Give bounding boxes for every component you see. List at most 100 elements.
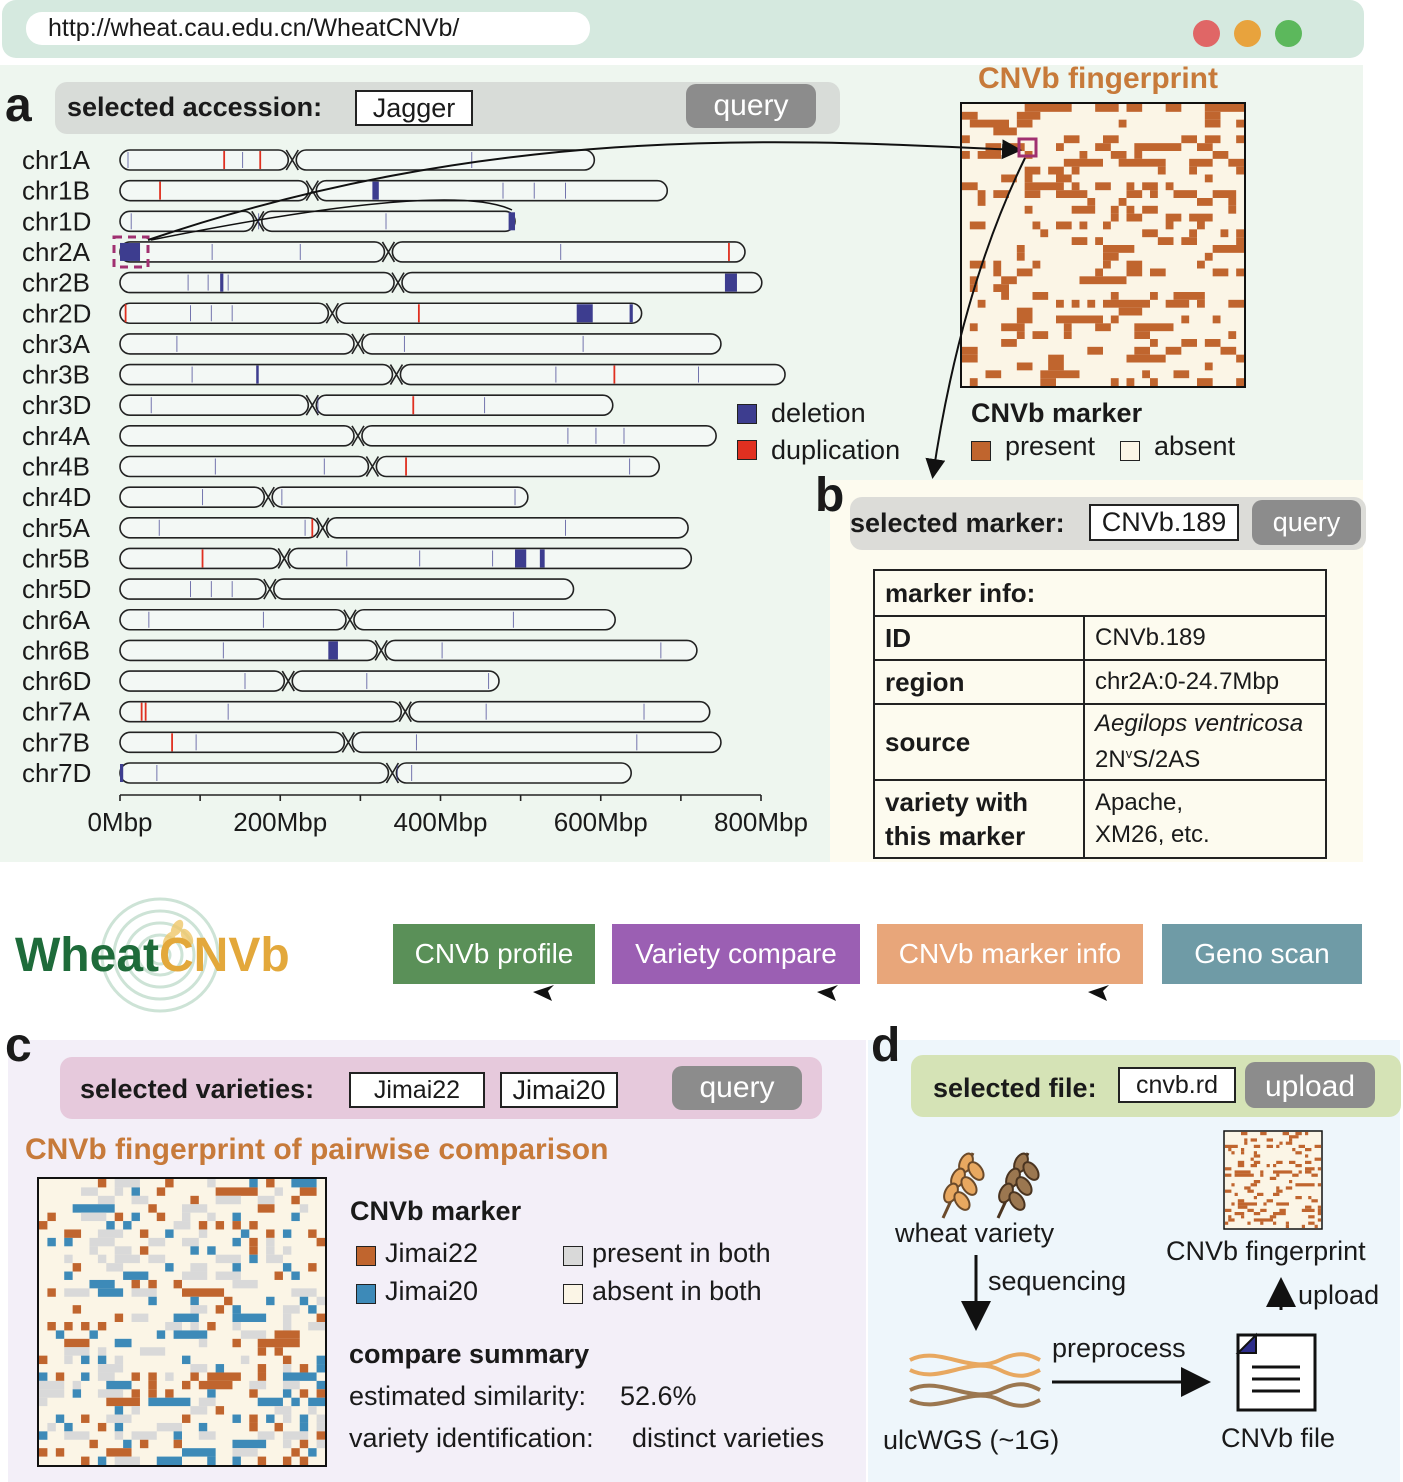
fingerprint-cell bbox=[1301, 1208, 1315, 1212]
chromosome-label: chr6A bbox=[22, 605, 91, 635]
fingerprint-cell bbox=[1314, 1224, 1318, 1228]
marker-input[interactable]: CNVb.189 bbox=[1089, 504, 1239, 541]
fingerprint-cell bbox=[257, 1364, 267, 1373]
x-axis-tick-label: 800Mbp bbox=[714, 807, 808, 837]
source-species: Aegilops ventricosa bbox=[1095, 710, 1304, 737]
fingerprint-cell bbox=[1301, 1224, 1305, 1228]
varieties-query-button[interactable]: query bbox=[672, 1066, 802, 1110]
file-icon bbox=[1235, 1332, 1317, 1412]
fingerprint-cell bbox=[308, 1305, 317, 1314]
fingerprint-cell bbox=[299, 1364, 309, 1373]
fingerprint-cell bbox=[1269, 1215, 1277, 1219]
fingerprint-cell bbox=[1244, 1186, 1251, 1190]
fingerprint-cell bbox=[39, 1372, 48, 1381]
dna-helix-icon bbox=[909, 1352, 1041, 1408]
fingerprint-cell bbox=[282, 1313, 292, 1322]
fingerprint-cell bbox=[291, 1195, 300, 1205]
fingerprint-cell bbox=[257, 1372, 267, 1381]
fingerprint-cell bbox=[1231, 1202, 1235, 1206]
fingerprint-cell bbox=[47, 1322, 56, 1331]
fingerprint-cell bbox=[291, 1448, 300, 1457]
fingerprint-cell bbox=[1298, 1170, 1302, 1174]
fingerprint-cell bbox=[207, 1246, 216, 1255]
fingerprint-cell bbox=[81, 1372, 90, 1381]
fingerprint-cell bbox=[72, 1204, 115, 1213]
fingerprint-cell bbox=[64, 1288, 90, 1297]
fingerprint-cell bbox=[1273, 1164, 1277, 1168]
variety2-input[interactable]: Jimai20 bbox=[500, 1072, 618, 1108]
fingerprint-cell bbox=[224, 1296, 233, 1306]
fingerprint-cell bbox=[81, 1355, 90, 1365]
fingerprint-cell bbox=[282, 1246, 292, 1255]
fingerprint-cell bbox=[266, 1229, 275, 1238]
fingerprint-cell bbox=[1305, 1170, 1312, 1174]
chromosome-left-arm bbox=[119, 670, 286, 692]
chromosome-right-arm bbox=[351, 731, 722, 754]
fingerprint-cell bbox=[1237, 1202, 1257, 1206]
fingerprint-cell bbox=[1253, 1196, 1257, 1200]
region-value: chr2A:0-24.7Mbp bbox=[1083, 659, 1327, 705]
fingerprint-cell bbox=[316, 1380, 325, 1390]
fingerprint-cell bbox=[1228, 1148, 1232, 1152]
fingerprint-cell bbox=[308, 1397, 325, 1407]
fingerprint-cell bbox=[274, 1347, 283, 1356]
fingerprint-cell bbox=[148, 1296, 157, 1306]
variety-key-line1: variety with bbox=[885, 787, 1029, 817]
id-key: ID bbox=[873, 615, 1085, 661]
fingerprint-cell bbox=[97, 1389, 124, 1398]
variety1-input[interactable]: Jimai22 bbox=[349, 1072, 485, 1108]
fingerprint-cell bbox=[215, 1364, 225, 1373]
fingerprint-cell bbox=[1314, 1157, 1321, 1161]
fingerprint-cell bbox=[1305, 1148, 1312, 1152]
file-input[interactable]: cnvb.rd bbox=[1118, 1067, 1236, 1103]
fingerprint-cell bbox=[1276, 1144, 1280, 1148]
source-chromosome: 2NvS/2AS bbox=[1095, 739, 1315, 775]
fingerprint-cell bbox=[123, 1439, 132, 1449]
fingerprint-cell bbox=[257, 1204, 275, 1213]
fingerprint-cell bbox=[64, 1229, 82, 1238]
fingerprint-cell bbox=[249, 1380, 267, 1390]
chromosome-right-arm bbox=[287, 547, 693, 570]
fingerprint-cell bbox=[123, 1221, 132, 1230]
fingerprint-cell bbox=[1305, 1205, 1312, 1209]
cursor-icon bbox=[1088, 985, 1109, 1001]
fingerprint-cell bbox=[1237, 1205, 1248, 1209]
fingerprint-cell bbox=[1225, 1189, 1232, 1193]
fingerprint-cell bbox=[97, 1456, 107, 1465]
fingerprint-cell bbox=[55, 1330, 65, 1339]
fingerprint-cell bbox=[299, 1414, 309, 1423]
fingerprint-cell bbox=[266, 1414, 275, 1423]
fingerprint-cell bbox=[97, 1347, 107, 1356]
fingerprint-cell bbox=[106, 1263, 124, 1272]
fingerprint-cell bbox=[1276, 1202, 1289, 1206]
fingerprint-cell bbox=[148, 1372, 157, 1381]
fingerprint-cell bbox=[139, 1347, 166, 1356]
chromosome-label: chr5D bbox=[22, 574, 91, 604]
marker-query-button[interactable]: query bbox=[1252, 500, 1361, 545]
fingerprint-cell bbox=[207, 1389, 216, 1398]
similarity-label: estimated similarity: bbox=[349, 1381, 587, 1411]
fingerprint-cell bbox=[131, 1389, 140, 1398]
fingerprint-cell bbox=[97, 1364, 124, 1373]
fingerprint-cell bbox=[182, 1212, 191, 1222]
fingerprint-cell bbox=[1273, 1170, 1293, 1174]
fingerprint-cell bbox=[274, 1406, 292, 1415]
fingerprint-cell bbox=[282, 1322, 292, 1331]
upload-button[interactable]: upload bbox=[1245, 1062, 1375, 1108]
fingerprint-cell bbox=[1225, 1221, 1229, 1225]
fingerprint-cell bbox=[282, 1364, 292, 1373]
wheat-spike-icon bbox=[941, 1152, 1040, 1219]
panel-d-letter: d bbox=[871, 1019, 901, 1072]
fingerprint-cell bbox=[1311, 1199, 1318, 1203]
fingerprint-cell bbox=[165, 1372, 174, 1381]
fingerprint-cell bbox=[299, 1422, 309, 1432]
fingerprint-cell bbox=[207, 1372, 241, 1381]
fingerprint-cell bbox=[299, 1204, 309, 1213]
fingerprint-cell bbox=[156, 1212, 166, 1222]
fingerprint-cell bbox=[1257, 1192, 1264, 1196]
cnvb-file-label: CNVb file bbox=[1221, 1423, 1336, 1453]
fingerprint-cell bbox=[106, 1414, 132, 1423]
fingerprint-cell bbox=[148, 1254, 166, 1264]
fingerprint-cell bbox=[1289, 1138, 1293, 1142]
fingerprint-cell bbox=[1285, 1221, 1289, 1225]
